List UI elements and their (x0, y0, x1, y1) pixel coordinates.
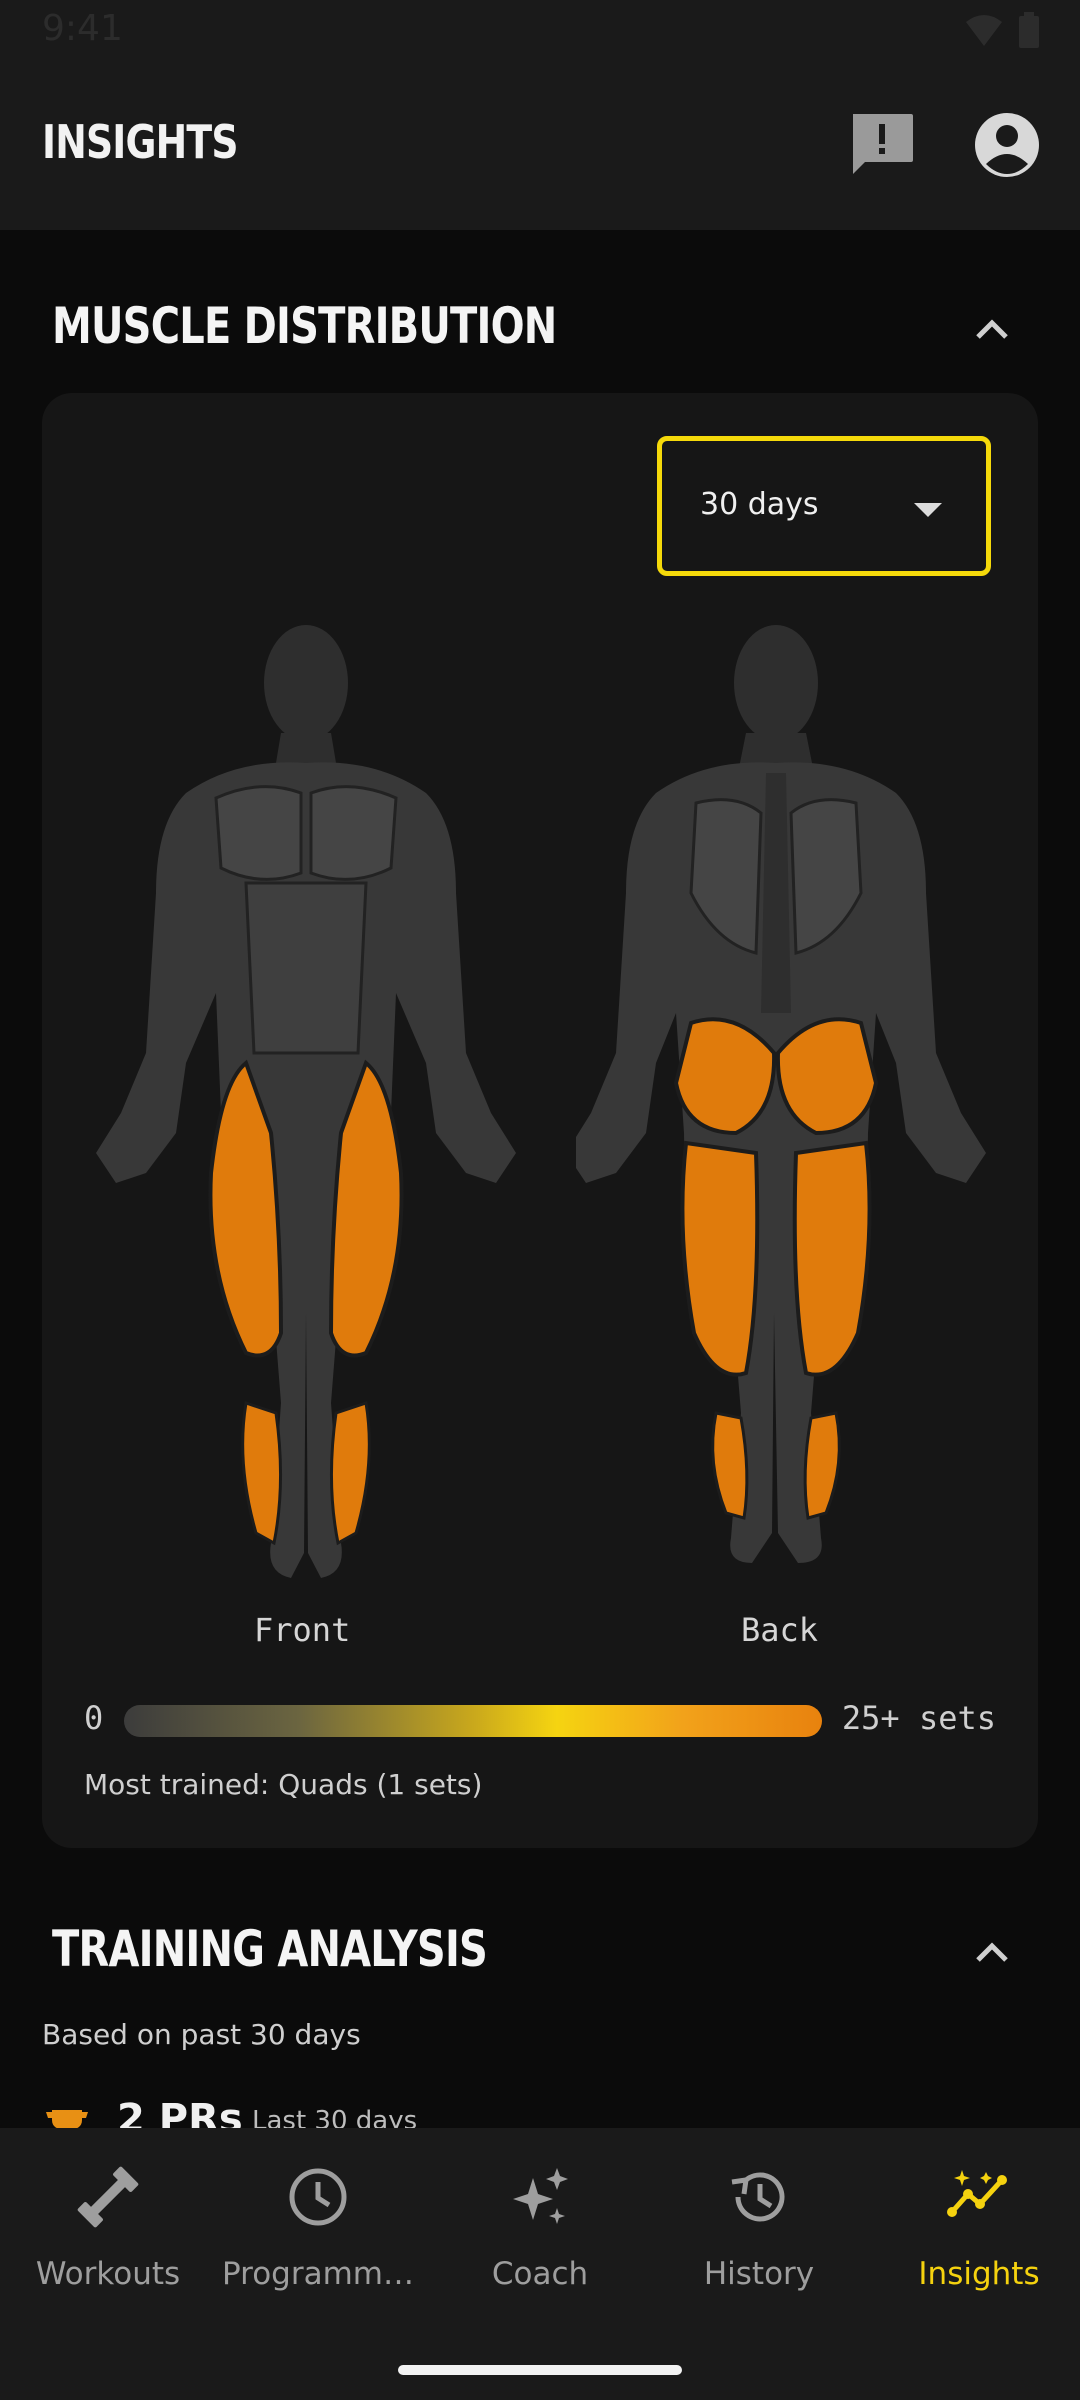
front-label: Front (254, 1611, 351, 1649)
muscle-distribution-card: 30 days Front Back 0 25+ sets Most train… (42, 393, 1038, 1848)
period-value: 30 days (700, 487, 819, 522)
neck-front (276, 733, 336, 763)
clock-icon (289, 2168, 347, 2226)
period-dropdown[interactable]: 30 days (657, 436, 991, 576)
nav-history[interactable]: History (651, 2164, 867, 2324)
battery-icon (1019, 12, 1039, 48)
trend-icon (947, 2170, 1007, 2217)
page-title: INSIGHTS (42, 115, 238, 169)
section-title: MUSCLE DISTRIBUTION (52, 297, 557, 355)
chest-left (214, 785, 303, 881)
status-icons (964, 12, 1040, 48)
scale-min-label: 0 (84, 1699, 104, 1737)
nav-workouts[interactable]: Workouts (0, 2164, 216, 2324)
status-bar: 9:41 (0, 0, 1080, 60)
status-time: 9:41 (42, 8, 123, 49)
scale-gradient-bar (124, 1705, 822, 1737)
calf-left-front (241, 1401, 283, 1546)
head-back (734, 625, 818, 741)
chevron-up-icon[interactable] (972, 1932, 1012, 1972)
top-app-bar: INSIGHTS (0, 60, 1080, 230)
feedback-icon[interactable] (847, 110, 917, 180)
calf-left-back (711, 1411, 749, 1520)
muscle-distribution-header[interactable]: MUSCLE DISTRIBUTION (52, 287, 1032, 367)
bottom-navigation: Workouts Programm… Coach History Insight… (0, 2128, 1080, 2400)
nav-coach[interactable]: Coach (432, 2164, 648, 2324)
history-icon (731, 2172, 785, 2222)
hamstring-right (792, 1140, 872, 1377)
training-analysis-header[interactable]: TRAINING ANALYSIS (52, 1910, 1032, 1990)
most-trained-text: Most trained: Quads (1 sets) (84, 1768, 483, 1801)
front-body-diagram (96, 625, 516, 1578)
glute-left (673, 1017, 777, 1136)
glute-right (775, 1017, 879, 1136)
intensity-scale: 0 25+ sets (84, 1693, 996, 1743)
account-circle-icon[interactable] (972, 110, 1042, 180)
abs (244, 881, 368, 1055)
calf-right-back (803, 1411, 841, 1520)
back-label: Back (741, 1611, 819, 1649)
nav-insights[interactable]: Insights (871, 2164, 1080, 2324)
nav-label: Insights (918, 2256, 1040, 2292)
head-front (264, 625, 348, 741)
nav-programs[interactable]: Programm… (210, 2164, 426, 2324)
sparkle-icon (513, 2168, 568, 2224)
back-body-diagram (576, 625, 986, 1563)
chest-right (309, 785, 398, 881)
caret-down-icon (914, 503, 942, 517)
nav-label: History (703, 2256, 815, 2292)
section-title: TRAINING ANALYSIS (52, 1920, 488, 1978)
calf-right-front (329, 1401, 371, 1546)
analysis-subtitle: Based on past 30 days (42, 2018, 361, 2051)
nav-label: Workouts (35, 2256, 181, 2292)
chevron-up-icon[interactable] (972, 309, 1012, 349)
nav-label: Programm… (222, 2256, 414, 2292)
home-indicator[interactable] (398, 2365, 682, 2375)
nav-label: Coach (491, 2256, 589, 2292)
dumbbell-icon (77, 2166, 139, 2228)
wifi-icon (966, 15, 1002, 46)
scale-max-label: 25+ sets (841, 1699, 996, 1737)
spine (761, 773, 791, 1013)
hamstring-left (680, 1140, 760, 1377)
